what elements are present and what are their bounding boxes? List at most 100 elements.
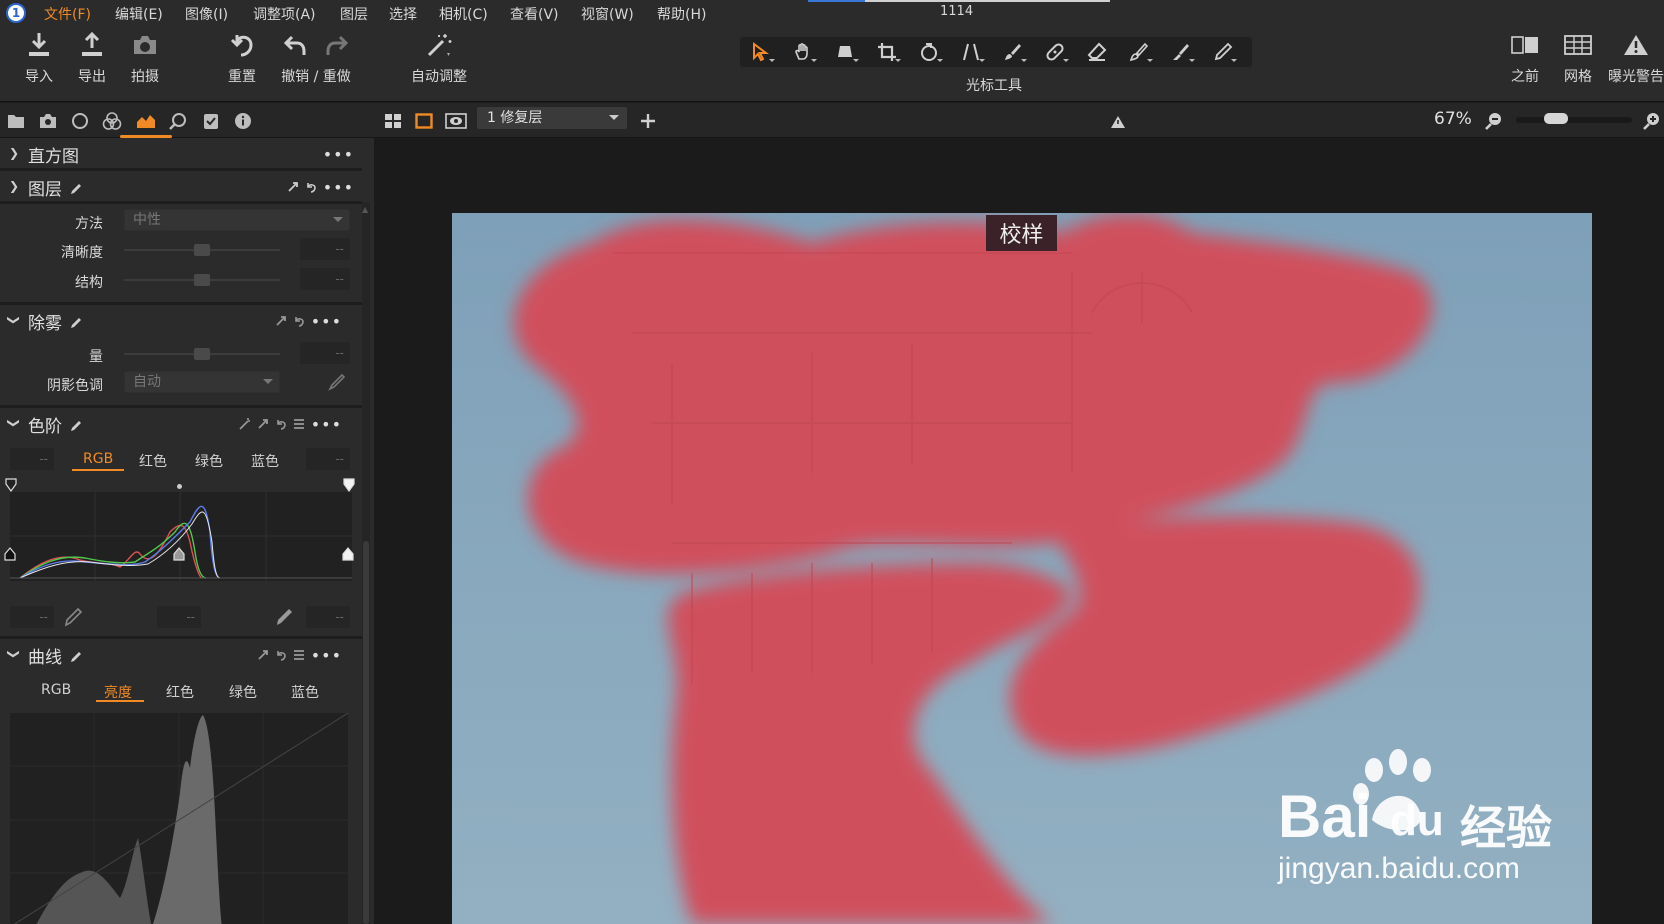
levels-white-output-handle[interactable] bbox=[342, 546, 354, 565]
black-eyedropper-icon[interactable] bbox=[63, 607, 83, 631]
picker-icon[interactable] bbox=[1164, 39, 1198, 65]
menu-adjustments[interactable]: 调整项(A) bbox=[253, 4, 316, 24]
exposure-tab-icon[interactable] bbox=[136, 111, 156, 131]
adjust-tab-icon[interactable] bbox=[201, 111, 221, 131]
proof-eye-icon[interactable] bbox=[445, 113, 467, 133]
heal-icon[interactable] bbox=[1038, 39, 1072, 65]
menu-camera[interactable]: 相机(C) bbox=[439, 4, 488, 24]
eyedropper-icon[interactable] bbox=[328, 373, 346, 395]
lens-tab-icon[interactable] bbox=[70, 111, 90, 131]
color-tab-icon[interactable] bbox=[102, 111, 122, 131]
clarity-value[interactable]: -- bbox=[300, 238, 350, 260]
levels-gray-output-handle[interactable] bbox=[173, 546, 185, 565]
add-layer-icon[interactable] bbox=[638, 111, 658, 135]
more-icon[interactable]: ••• bbox=[323, 178, 354, 197]
curves-tab-green[interactable]: 绿色 bbox=[229, 682, 257, 702]
more-icon[interactable]: ••• bbox=[311, 646, 342, 665]
pencil-icon[interactable] bbox=[70, 417, 82, 436]
menu-layers[interactable]: 图层 bbox=[340, 4, 368, 24]
zoom-in-icon[interactable] bbox=[1642, 111, 1662, 135]
export-button[interactable]: 导出 bbox=[77, 26, 107, 86]
method-select[interactable]: 中性 bbox=[124, 209, 350, 231]
grid-button[interactable]: 网格 bbox=[1563, 26, 1593, 86]
histogram-section-header[interactable]: ❯ 直方图 ••• bbox=[0, 138, 362, 168]
structure-value[interactable]: -- bbox=[300, 268, 350, 290]
structure-slider-knob[interactable] bbox=[194, 274, 210, 286]
curves-tab-rgb[interactable]: RGB bbox=[41, 682, 71, 698]
menu-select[interactable]: 选择 bbox=[389, 4, 417, 24]
menu-window[interactable]: 视窗(W) bbox=[581, 4, 634, 24]
more-icon[interactable]: ••• bbox=[311, 312, 342, 331]
menu-edit[interactable]: 编辑(E) bbox=[115, 4, 163, 24]
exposure-warning-button[interactable]: 曝光警告 bbox=[1608, 26, 1664, 86]
levels-output-high[interactable]: -- bbox=[306, 606, 350, 628]
layers-section-header[interactable]: ❯ 图层 ••• bbox=[0, 171, 362, 201]
menu-help[interactable]: 帮助(H) bbox=[657, 4, 706, 24]
list-icon[interactable] bbox=[293, 415, 305, 434]
levels-output-mid[interactable]: -- bbox=[157, 606, 201, 628]
grid-view-icon[interactable] bbox=[384, 113, 402, 133]
levels-tab-rgb[interactable]: RGB bbox=[83, 451, 113, 467]
dehaze-section-header[interactable]: ❯ 除雾 ••• bbox=[0, 305, 362, 335]
zoom-value[interactable]: 67% bbox=[1434, 109, 1472, 129]
annotate-icon[interactable] bbox=[1206, 39, 1240, 65]
scroll-up-icon[interactable]: ▲ bbox=[362, 205, 368, 214]
levels-input-high[interactable]: -- bbox=[306, 448, 350, 470]
clarity-slider-knob[interactable] bbox=[194, 244, 210, 256]
levels-section-header[interactable]: ❯ 色阶 ••• bbox=[0, 408, 362, 438]
pan-hand-icon[interactable] bbox=[786, 39, 820, 65]
menu-view[interactable]: 查看(V) bbox=[510, 4, 559, 24]
levels-histogram[interactable] bbox=[10, 492, 352, 581]
redo-icon[interactable] bbox=[322, 26, 352, 64]
curves-section-header[interactable]: ❯ 曲线 ••• bbox=[0, 639, 362, 669]
library-tab-icon[interactable] bbox=[6, 111, 26, 131]
keystone-icon[interactable] bbox=[954, 39, 988, 65]
levels-mid-dot[interactable] bbox=[177, 484, 182, 489]
import-button[interactable]: 导入 bbox=[24, 26, 54, 86]
mask-brush-icon[interactable] bbox=[1122, 39, 1156, 65]
expand-icon[interactable] bbox=[257, 415, 269, 434]
reset-arrow-icon[interactable] bbox=[293, 312, 305, 331]
capture-tab-icon[interactable] bbox=[38, 111, 58, 131]
before-button[interactable]: 之前 bbox=[1510, 26, 1540, 86]
rotate-icon[interactable] bbox=[912, 39, 946, 65]
auto-levels-icon[interactable] bbox=[239, 415, 251, 434]
expand-icon[interactable] bbox=[257, 646, 269, 665]
levels-tab-blue[interactable]: 蓝色 bbox=[251, 451, 279, 471]
capture-button[interactable]: 拍摄 bbox=[130, 26, 160, 86]
levels-output-low[interactable]: -- bbox=[10, 606, 54, 628]
levels-input-low[interactable]: -- bbox=[10, 448, 54, 470]
shadow-tone-select[interactable]: 自动 bbox=[124, 371, 280, 393]
eraser-icon[interactable] bbox=[1080, 39, 1114, 65]
reset-arrow-icon[interactable] bbox=[275, 415, 287, 434]
curves-graph[interactable] bbox=[10, 712, 349, 924]
crop-icon[interactable] bbox=[870, 39, 904, 65]
pencil-icon[interactable] bbox=[70, 314, 82, 333]
select-cursor-icon[interactable] bbox=[744, 39, 778, 65]
pencil-icon[interactable] bbox=[70, 648, 82, 667]
list-icon[interactable] bbox=[293, 646, 305, 665]
panel-scroll-thumb[interactable] bbox=[363, 541, 369, 924]
pencil-icon[interactable] bbox=[70, 180, 82, 199]
undo-icon[interactable] bbox=[280, 26, 310, 64]
zoom-out-icon[interactable] bbox=[1484, 111, 1504, 135]
metadata-tab-icon[interactable] bbox=[233, 111, 253, 131]
menu-image[interactable]: 图像(I) bbox=[185, 4, 228, 24]
layer-select[interactable]: 1 修复层 bbox=[477, 107, 627, 129]
reset-arrow-icon[interactable] bbox=[305, 178, 317, 197]
curves-tab-luma[interactable]: 亮度 bbox=[104, 682, 132, 702]
curves-tab-red[interactable]: 红色 bbox=[166, 682, 194, 702]
levels-tab-red[interactable]: 红色 bbox=[139, 451, 167, 471]
zoom-slider-track[interactable] bbox=[1516, 117, 1632, 123]
expand-icon[interactable] bbox=[275, 312, 287, 331]
more-icon[interactable]: ••• bbox=[323, 145, 354, 164]
brush-icon[interactable] bbox=[996, 39, 1030, 65]
levels-tab-green[interactable]: 绿色 bbox=[195, 451, 223, 471]
white-eyedropper-icon[interactable] bbox=[274, 607, 294, 631]
reset-arrow-icon[interactable] bbox=[275, 646, 287, 665]
more-icon[interactable]: ••• bbox=[311, 415, 342, 434]
single-view-icon[interactable] bbox=[415, 113, 433, 133]
app-logo[interactable]: 1 bbox=[6, 3, 26, 23]
details-tab-icon[interactable] bbox=[168, 111, 188, 131]
dehaze-amount-value[interactable]: -- bbox=[300, 342, 350, 364]
